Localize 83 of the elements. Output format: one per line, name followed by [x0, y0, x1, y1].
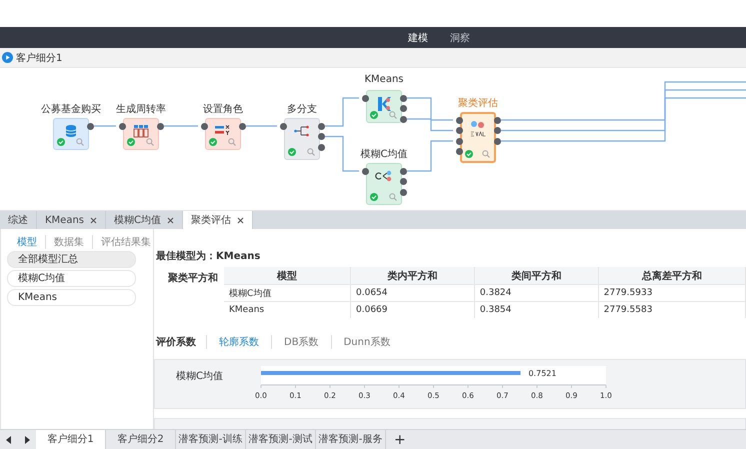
metric-tab[interactable]: 轮廓系数: [206, 335, 271, 349]
nav-item[interactable]: 洞察: [450, 30, 470, 44]
output-port-icon[interactable]: [238, 122, 246, 130]
panel-tab[interactable]: 聚类评估: [183, 211, 253, 229]
node-label: 设置角色: [202, 102, 244, 116]
sidebar-tab[interactable]: 模型: [17, 235, 45, 249]
connector-line: [325, 136, 359, 172]
metric-tab[interactable]: Dunn系数: [330, 335, 402, 349]
kmeans-icon: [376, 96, 392, 112]
node-label: 模糊C均值: [360, 148, 408, 161]
right-arrow-icon[interactable]: [24, 436, 30, 444]
panel-tab[interactable]: 综述: [0, 211, 37, 229]
model-list-item[interactable]: 模糊C均值: [7, 270, 136, 287]
table-cell: 模糊C均值: [224, 284, 350, 302]
input-port-icon[interactable]: [362, 94, 368, 102]
input-port-icon[interactable]: [200, 122, 208, 130]
best-model-text: 最佳模型为：KMeans: [155, 250, 262, 263]
table-cell: 0.0669: [350, 302, 474, 318]
sheet-tab[interactable]: 潜客预测-测试: [246, 430, 316, 449]
columns-icon: [133, 124, 149, 138]
table-cell: 0.3854: [474, 302, 598, 318]
tab-label: 聚类评估: [191, 214, 231, 227]
close-icon[interactable]: [167, 216, 174, 224]
table-cell: 0.0654: [350, 284, 474, 302]
branch-icon: [294, 124, 310, 138]
table-cell: 2779.5583: [598, 302, 746, 318]
sheet-tab[interactable]: 潜客预测-服务: [316, 430, 386, 449]
flow-node[interactable]: [460, 112, 496, 163]
tab-label: 模糊C均值: [114, 214, 161, 227]
table-label: 聚类平方和: [168, 271, 218, 286]
connector-line: [407, 140, 453, 172]
sheet-tab[interactable]: 客户细分2: [106, 430, 176, 449]
cluster-icon: [375, 169, 393, 183]
column-header: 类间平方和: [474, 267, 598, 284]
close-icon[interactable]: [90, 216, 98, 224]
model-list-item[interactable]: KMeans: [7, 289, 136, 306]
category-label: 模糊C均值: [176, 371, 223, 382]
tab-label: KMeans: [45, 214, 84, 226]
flow-node[interactable]: [205, 118, 241, 150]
output-port-icon[interactable]: [86, 122, 94, 130]
sidebar-tab[interactable]: 评估结果集: [92, 235, 159, 249]
column-header: 总离差平方和: [598, 267, 746, 284]
node-label: 生成周转率: [115, 102, 167, 116]
node-label: 公募基金购买: [40, 102, 102, 116]
connector-line: [246, 125, 277, 127]
panel-tab[interactable]: KMeans: [37, 211, 106, 229]
table-cell: 2779.5933: [598, 284, 746, 302]
tab-label: 综述: [8, 214, 28, 227]
roles-icon: [215, 124, 231, 136]
flow-node[interactable]: [53, 118, 89, 150]
sheet-tab[interactable]: 潜客预测-训练: [176, 430, 246, 449]
column-header: 模型: [224, 267, 350, 284]
node-label: 聚类评估: [457, 96, 499, 110]
data-label: 0.7521: [528, 369, 556, 378]
metric-tab[interactable]: DB系数: [271, 335, 331, 349]
flow-node[interactable]: [366, 163, 402, 205]
flow-icon: [2, 52, 13, 63]
flow-node[interactable]: [366, 90, 402, 123]
column-header: 类内平方和: [350, 267, 474, 284]
database-icon: [64, 124, 78, 138]
connector-line: [325, 97, 359, 127]
model-list-item[interactable]: 全部模型汇总: [7, 251, 136, 268]
connector-line: [164, 125, 198, 127]
table-cell: KMeans: [224, 302, 350, 318]
breadcrumb-title: 客户细分1: [16, 52, 62, 64]
node-label: 多分支: [286, 102, 318, 116]
nav-item[interactable]: 建模: [408, 30, 428, 44]
sidebar-tab[interactable]: 数据集: [45, 235, 92, 249]
output-port-icon[interactable]: [156, 122, 164, 130]
metric-label: 评价系数: [156, 336, 197, 349]
node-label: KMeans: [363, 74, 404, 85]
table-cell: 0.3824: [474, 284, 598, 302]
sheet-tab[interactable]: 客户细分1: [36, 430, 106, 449]
input-port-icon[interactable]: [280, 122, 286, 130]
input-port-icon[interactable]: [362, 168, 368, 174]
connector-line: [94, 125, 116, 127]
flow-node[interactable]: [284, 118, 320, 160]
evaluation-icon: [468, 119, 488, 137]
close-icon[interactable]: [237, 216, 244, 224]
left-arrow-icon[interactable]: [6, 436, 12, 444]
flow-node[interactable]: [123, 118, 159, 150]
input-port-icon[interactable]: [118, 122, 126, 130]
add-tab-button[interactable]: +: [386, 432, 414, 448]
